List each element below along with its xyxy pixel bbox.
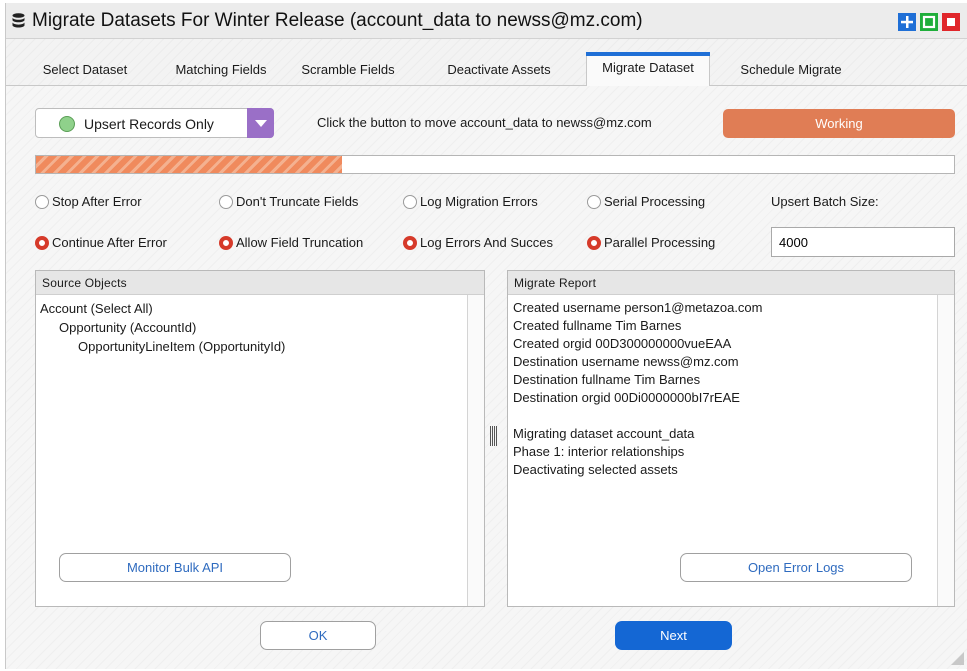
- tab-deactivate-assets[interactable]: Deactivate Assets: [431, 55, 567, 87]
- tree-item-opportunity-line-item[interactable]: OpportunityLineItem (OpportunityId): [40, 337, 285, 356]
- splitter-handle[interactable]: [488, 426, 500, 446]
- option-label: Continue After Error: [52, 235, 167, 250]
- radio-icon[interactable]: [219, 195, 233, 209]
- radio-selected-icon[interactable]: [587, 236, 601, 250]
- option-label: Stop After Error: [52, 194, 142, 209]
- source-objects-header: Source Objects: [36, 271, 484, 295]
- radio-icon[interactable]: [403, 195, 417, 209]
- radio-selected-icon[interactable]: [35, 236, 49, 250]
- tab-content: Upsert Records Only Click the button to …: [6, 86, 967, 669]
- tree-item-opportunity[interactable]: Opportunity (AccountId): [40, 318, 285, 337]
- working-button[interactable]: Working: [723, 109, 955, 138]
- database-icon: [12, 13, 25, 28]
- progress-bar: [35, 155, 955, 174]
- source-tree: Account (Select All) Opportunity (Accoun…: [40, 299, 285, 356]
- monitor-bulk-api-button[interactable]: Monitor Bulk API: [59, 553, 291, 582]
- report-line: [513, 407, 763, 425]
- chevron-down-icon[interactable]: [247, 108, 274, 138]
- tab-bar: Select Dataset Matching Fields Scramble …: [6, 39, 967, 87]
- report-line: Created orgid 00D300000000vueEAA: [513, 336, 732, 351]
- maximize-icon[interactable]: [920, 13, 938, 31]
- option-label: Don't Truncate Fields: [236, 194, 359, 209]
- report-line: Migrating dataset account_data: [513, 426, 695, 441]
- report-log: Created username person1@metazoa.com Crea…: [513, 299, 763, 479]
- resize-grip-icon[interactable]: [951, 652, 964, 665]
- progress-fill: [36, 156, 342, 173]
- status-dot: [59, 116, 75, 132]
- source-scrollbar[interactable]: [467, 295, 484, 606]
- ok-button[interactable]: OK: [260, 621, 376, 650]
- radio-selected-icon[interactable]: [219, 236, 233, 250]
- open-error-logs-button[interactable]: Open Error Logs: [680, 553, 912, 582]
- migrate-report-header: Migrate Report: [508, 271, 954, 295]
- tab-matching-fields[interactable]: Matching Fields: [158, 55, 284, 87]
- mode-select[interactable]: Upsert Records Only: [35, 108, 274, 138]
- radio-icon[interactable]: [587, 195, 601, 209]
- source-objects-panel: Source Objects Account (Select All) Oppo…: [35, 270, 485, 607]
- migrate-window: Migrate Datasets For Winter Release (acc…: [5, 3, 967, 669]
- window-title: Migrate Datasets For Winter Release (acc…: [32, 10, 643, 31]
- option-label: Allow Field Truncation: [236, 235, 364, 250]
- close-icon[interactable]: [942, 13, 960, 31]
- option-label: Serial Processing: [604, 194, 706, 209]
- tab-scramble-fields[interactable]: Scramble Fields: [290, 55, 406, 87]
- radio-icon[interactable]: [35, 195, 49, 209]
- report-line: Destination fullname Tim Barnes: [513, 372, 701, 387]
- report-line: Created username person1@metazoa.com: [513, 300, 763, 315]
- option-log-errors-and-success[interactable]: Log Errors And Succes: [403, 235, 575, 253]
- option-label: Parallel Processing: [604, 235, 716, 250]
- batch-size-input[interactable]: [771, 227, 955, 257]
- mode-select-value: Upsert Records Only: [84, 116, 214, 132]
- tree-item-account[interactable]: Account (Select All): [40, 299, 285, 318]
- radio-selected-icon[interactable]: [403, 236, 417, 250]
- next-button[interactable]: Next: [615, 621, 732, 650]
- plus-icon[interactable]: [898, 13, 916, 31]
- option-label: Log Migration Errors: [420, 194, 538, 209]
- report-line: Phase 1: interior relationships: [513, 444, 685, 459]
- tab-select-dataset[interactable]: Select Dataset: [26, 55, 144, 87]
- option-label: Log Errors And Succes: [420, 235, 553, 250]
- batch-size-label: Upsert Batch Size:: [771, 194, 879, 209]
- report-line: Deactivating selected assets: [513, 462, 678, 477]
- tab-schedule-migrate[interactable]: Schedule Migrate: [724, 55, 858, 87]
- tab-migrate-dataset[interactable]: Migrate Dataset: [586, 52, 710, 87]
- migrate-report-panel: Migrate Report Created username person1@…: [507, 270, 955, 607]
- instruction-text: Click the button to move account_data to…: [317, 115, 652, 130]
- title-bar: Migrate Datasets For Winter Release (acc…: [6, 3, 967, 39]
- report-line: Created fullname Tim Barnes: [513, 318, 682, 333]
- report-line: Destination username newss@mz.com: [513, 354, 739, 369]
- report-line: Destination orgid 00Di0000000bI7rEAE: [513, 390, 740, 405]
- report-scrollbar[interactable]: [937, 295, 954, 606]
